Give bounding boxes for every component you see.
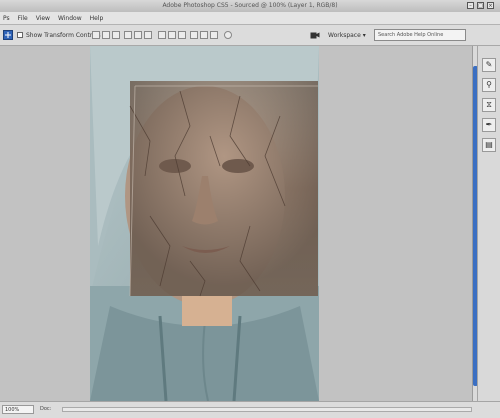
distribute-center-icon[interactable] (200, 31, 208, 39)
close-button[interactable]: × (487, 2, 494, 9)
document-canvas[interactable] (90, 46, 319, 401)
help-search-field[interactable]: Search Adobe Help Online (374, 29, 466, 41)
doc-info-label: Doc: (40, 406, 52, 412)
options-bar: Show Transform Controls Workspace ▾ Sear… (0, 25, 500, 46)
menu-item-file[interactable]: File (18, 15, 28, 22)
distribute-bottom-icon[interactable] (178, 31, 186, 39)
align-top-icon[interactable] (92, 31, 100, 39)
distribute-top-icon[interactable] (158, 31, 166, 39)
menu-item-help[interactable]: Help (90, 15, 104, 22)
align-right-icon[interactable] (144, 31, 152, 39)
align-center-icon[interactable] (134, 31, 142, 39)
minimize-button[interactable]: – (467, 2, 474, 9)
menu-item-view[interactable]: View (36, 15, 50, 22)
status-bar: 100% Doc: (0, 401, 500, 418)
show-transform-checkbox[interactable] (17, 32, 23, 38)
distribute-middle-icon[interactable] (168, 31, 176, 39)
distribute-left-icon[interactable] (190, 31, 198, 39)
align-bottom-icon[interactable] (112, 31, 120, 39)
zoom-level-field[interactable]: 100% (2, 405, 34, 414)
window-title: Adobe Photoshop CS5 - Sourced @ 100% (La… (162, 2, 338, 9)
workspace-menu[interactable]: Workspace ▾ (328, 32, 366, 39)
menu-bar: Ps File View Window Help (0, 12, 500, 25)
show-transform-label: Show Transform Controls (26, 32, 101, 39)
align-left-icon[interactable] (124, 31, 132, 39)
layers-icon[interactable]: ▤ (482, 138, 496, 152)
document-workspace (0, 46, 472, 401)
distribute-right-icon[interactable] (210, 31, 218, 39)
auto-align-icon[interactable] (224, 31, 232, 39)
history-icon[interactable]: ⧖ (482, 98, 496, 112)
panel-dock: ✎ ⚲ ⧖ ✒ ▤ (477, 46, 500, 401)
stamp-icon[interactable]: ⚲ (482, 78, 496, 92)
horizontal-scrollbar[interactable] (62, 407, 472, 412)
pen-icon[interactable]: ✒ (482, 118, 496, 132)
hooded-face-image (90, 46, 319, 401)
align-middle-icon[interactable] (102, 31, 110, 39)
camera-icon[interactable] (310, 31, 320, 39)
maximize-button[interactable]: □ (477, 2, 484, 9)
menu-item-app[interactable]: Ps (3, 15, 10, 22)
move-tool-icon[interactable] (3, 30, 13, 40)
brush-icon[interactable]: ✎ (482, 58, 496, 72)
menu-item-window[interactable]: Window (58, 15, 82, 22)
window-controls: – □ × (467, 2, 494, 9)
